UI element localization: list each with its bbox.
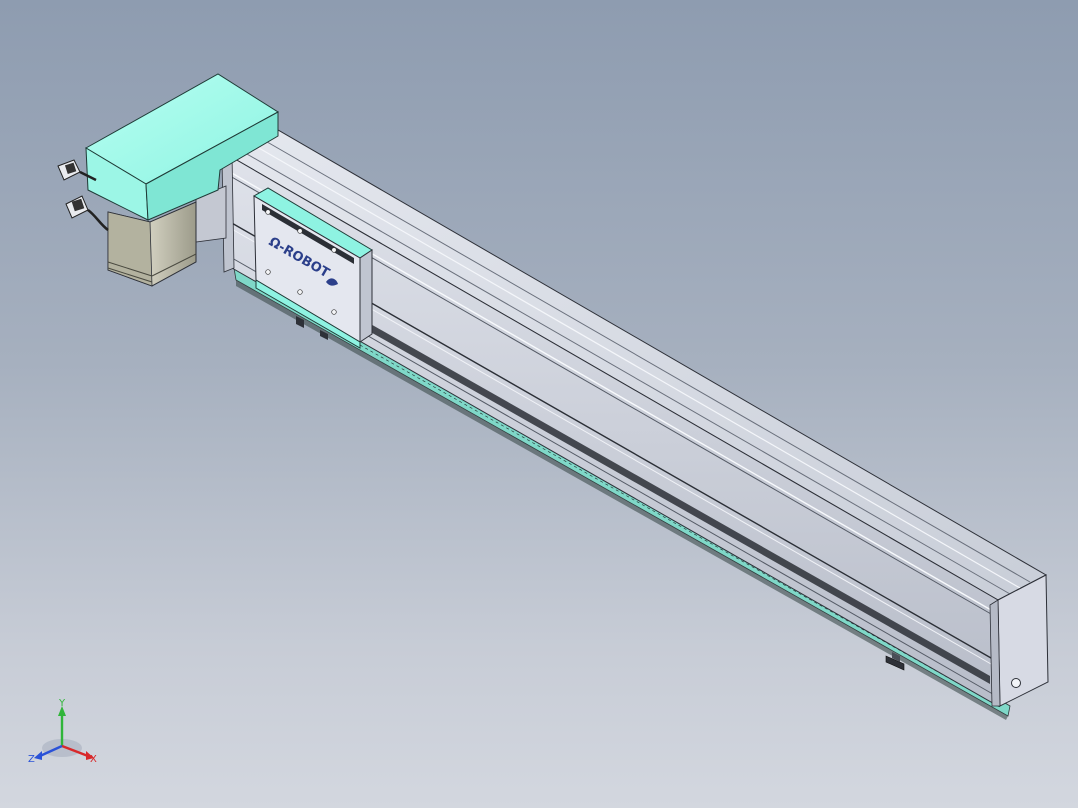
cad-viewport[interactable]: Ω-ROBOT Y X Z <box>0 0 1078 808</box>
triad-x-label: X <box>90 754 97 765</box>
end-cap-hole <box>1011 678 1021 688</box>
triad-y-label: Y <box>58 698 66 709</box>
linear-actuator-model[interactable]: Ω-ROBOT Y X Z <box>0 0 1078 808</box>
triad-z-label: Z <box>28 754 35 765</box>
triad-icon: Y X Z <box>28 698 97 765</box>
actuator-profile-body[interactable] <box>226 129 1048 707</box>
